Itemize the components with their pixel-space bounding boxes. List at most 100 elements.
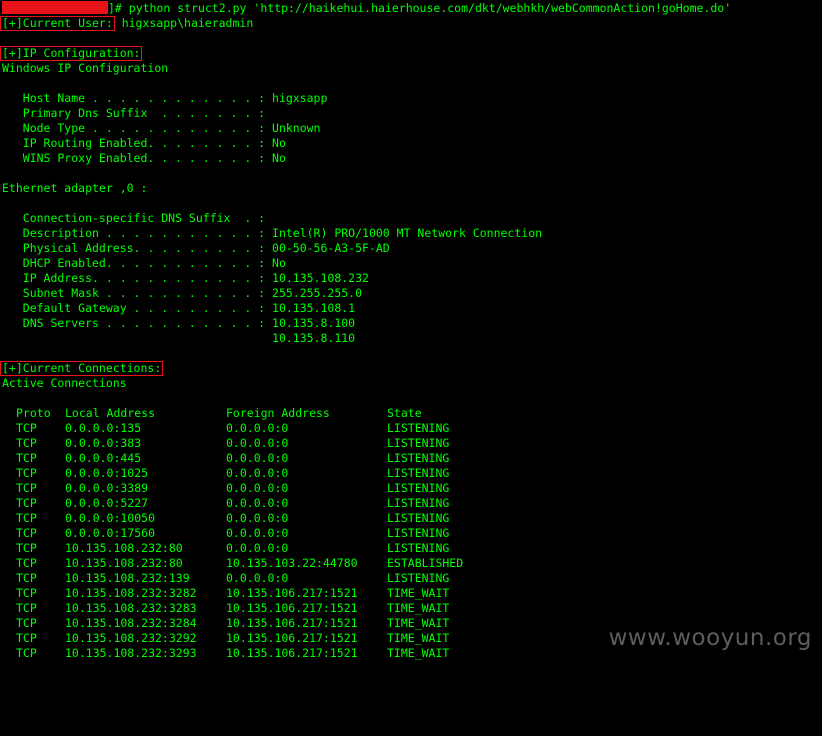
- command-text: ]# python struct2.py 'http://haikehui.ha…: [108, 1, 732, 15]
- cell-local-address: 0.0.0.0:1025: [65, 466, 149, 480]
- host-line: IP Routing Enabled. . . . . . . . : No: [2, 136, 286, 150]
- adapter-line: Default Gateway . . . . . . . . . : 10.1…: [2, 301, 356, 315]
- adapter-line: IP Address. . . . . . . . . . . . : 10.1…: [2, 271, 369, 285]
- cell-state: LISTENING: [387, 496, 450, 510]
- column-header-state: State: [387, 406, 422, 420]
- cell-local-address: 0.0.0.0:445: [65, 451, 142, 465]
- connections-heading-line: [+]Current Connections:: [0, 361, 164, 376]
- cell-local-address: 0.0.0.0:3389: [65, 481, 149, 495]
- adapter-line: DNS Servers . . . . . . . . . . . : 10.1…: [2, 316, 356, 330]
- cell-local-address: 10.135.108.232:3284: [65, 616, 197, 630]
- cell-proto: TCP: [16, 481, 37, 495]
- cell-proto: TCP: [16, 511, 37, 525]
- cell-state: LISTENING: [387, 526, 450, 540]
- cell-foreign-address: 10.135.103.22:44780: [226, 556, 358, 570]
- cell-state: LISTENING: [387, 421, 450, 435]
- cell-local-address: 10.135.108.232:80: [65, 541, 183, 555]
- terminal-window[interactable]: ]# python struct2.py 'http://haikehui.ha…: [0, 0, 822, 665]
- cell-local-address: 10.135.108.232:3292: [65, 631, 197, 645]
- connection-row: TCP 0.0.0.0:10050 0.0.0.0:0 LISTENING: [16, 511, 449, 526]
- cell-proto: TCP: [16, 541, 37, 555]
- host-line: WINS Proxy Enabled. . . . . . . . : No: [2, 151, 286, 165]
- cell-state: TIME_WAIT: [387, 601, 450, 615]
- column-header-foreign-address: Foreign Address: [226, 406, 330, 420]
- cell-foreign-address: 10.135.106.217:1521: [226, 616, 358, 630]
- cell-local-address: 10.135.108.232:139: [65, 571, 190, 585]
- cell-state: LISTENING: [387, 541, 450, 555]
- cell-state: ESTABLISHED: [387, 556, 464, 570]
- host-line: Primary Dns Suffix . . . . . . . :: [2, 106, 266, 120]
- cell-state: TIME_WAIT: [387, 631, 450, 645]
- cell-foreign-address: 10.135.106.217:1521: [226, 601, 358, 615]
- cell-state: LISTENING: [387, 436, 450, 450]
- cell-proto: TCP: [16, 421, 37, 435]
- connection-row: TCP 0.0.0.0:1025 0.0.0.0:0 LISTENING: [16, 466, 449, 481]
- connection-row: TCP 0.0.0.0:17560 0.0.0.0:0 LISTENING: [16, 526, 449, 541]
- cell-state: TIME_WAIT: [387, 616, 450, 630]
- connection-row: TCP 10.135.108.232:3283 10.135.106.217:1…: [16, 601, 449, 616]
- cell-foreign-address: 0.0.0.0:0: [226, 541, 289, 555]
- cell-foreign-address: 0.0.0.0:0: [226, 466, 289, 480]
- adapter-title: Ethernet adapter ,0 :: [2, 181, 148, 195]
- cell-foreign-address: 0.0.0.0:0: [226, 511, 289, 525]
- cell-foreign-address: 10.135.106.217:1521: [226, 586, 358, 600]
- connection-row: TCP 10.135.108.232:139 0.0.0.0:0 LISTENI…: [16, 571, 449, 586]
- host-line: Host Name . . . . . . . . . . . . : higx…: [2, 91, 328, 105]
- cell-local-address: 10.135.108.232:3283: [65, 601, 197, 615]
- adapter-line: Description . . . . . . . . . . . : Inte…: [2, 226, 543, 240]
- cell-foreign-address: 0.0.0.0:0: [226, 421, 289, 435]
- adapter-line: DHCP Enabled. . . . . . . . . . . : No: [2, 256, 286, 270]
- connection-row: TCP 0.0.0.0:445 0.0.0.0:0 LISTENING: [16, 451, 449, 466]
- cell-proto: TCP: [16, 556, 37, 570]
- connection-row: TCP 0.0.0.0:135 0.0.0.0:0 LISTENING: [16, 421, 449, 436]
- cell-proto: TCP: [16, 646, 37, 660]
- current-user-value: higxsapp\haieradmin: [114, 16, 254, 30]
- ip-config-heading: [+]IP Configuration:: [0, 46, 143, 61]
- cell-state: LISTENING: [387, 481, 450, 495]
- adapter-line: Subnet Mask . . . . . . . . . . . : 255.…: [2, 286, 363, 300]
- cell-state: LISTENING: [387, 466, 450, 480]
- column-header-local-address: Local Address: [65, 406, 156, 420]
- connection-row: TCP 10.135.108.232:3293 10.135.106.217:1…: [16, 646, 449, 661]
- host-line: Node Type . . . . . . . . . . . . : Unkn…: [2, 121, 321, 135]
- cell-proto: TCP: [16, 616, 37, 630]
- cell-state: LISTENING: [387, 571, 450, 585]
- cell-proto: TCP: [16, 496, 37, 510]
- cell-foreign-address: 0.0.0.0:0: [226, 481, 289, 495]
- cell-proto: TCP: [16, 571, 37, 585]
- cell-foreign-address: 0.0.0.0:0: [226, 436, 289, 450]
- adapter-line: Physical Address. . . . . . . . . : 00-5…: [2, 241, 390, 255]
- column-header-proto: Proto: [16, 406, 51, 420]
- command-line: ]# python struct2.py 'http://haikehui.ha…: [2, 1, 731, 16]
- connection-row: TCP 10.135.108.232:80 10.135.103.22:4478…: [16, 556, 463, 571]
- cell-state: LISTENING: [387, 511, 450, 525]
- connection-row: TCP 10.135.108.232:3292 10.135.106.217:1…: [16, 631, 449, 646]
- cell-foreign-address: 0.0.0.0:0: [226, 526, 289, 540]
- ip-config-heading-line: [+]IP Configuration:: [0, 46, 143, 61]
- cell-local-address: 0.0.0.0:5227: [65, 496, 149, 510]
- cell-proto: TCP: [16, 601, 37, 615]
- cell-proto: TCP: [16, 526, 37, 540]
- cell-local-address: 0.0.0.0:383: [65, 436, 142, 450]
- connections-title: Active Connections: [2, 376, 127, 390]
- cell-local-address: 0.0.0.0:17560: [65, 526, 156, 540]
- connections-header-row: Proto Local Address Foreign Address Stat…: [16, 406, 422, 421]
- cell-foreign-address: 0.0.0.0:0: [226, 451, 289, 465]
- connection-row: TCP 0.0.0.0:3389 0.0.0.0:0 LISTENING: [16, 481, 449, 496]
- cell-local-address: 0.0.0.0:135: [65, 421, 142, 435]
- adapter-line: 10.135.8.110: [2, 331, 356, 345]
- cell-local-address: 10.135.108.232:3293: [65, 646, 197, 660]
- cell-foreign-address: 10.135.106.217:1521: [226, 646, 358, 660]
- cell-state: TIME_WAIT: [387, 586, 450, 600]
- cell-local-address: 0.0.0.0:10050: [65, 511, 156, 525]
- connection-row: TCP 0.0.0.0:5227 0.0.0.0:0 LISTENING: [16, 496, 449, 511]
- cell-local-address: 10.135.108.232:80: [65, 556, 183, 570]
- redacted-prompt: [2, 1, 108, 14]
- cell-state: LISTENING: [387, 451, 450, 465]
- current-user-line: [+]Current User: higxsapp\haieradmin: [0, 16, 254, 31]
- current-user-heading: [+]Current User:: [0, 16, 115, 31]
- cell-proto: TCP: [16, 451, 37, 465]
- connection-row: TCP 0.0.0.0:383 0.0.0.0:0 LISTENING: [16, 436, 449, 451]
- cell-foreign-address: 10.135.106.217:1521: [226, 631, 358, 645]
- ip-config-title: Windows IP Configuration: [2, 61, 169, 75]
